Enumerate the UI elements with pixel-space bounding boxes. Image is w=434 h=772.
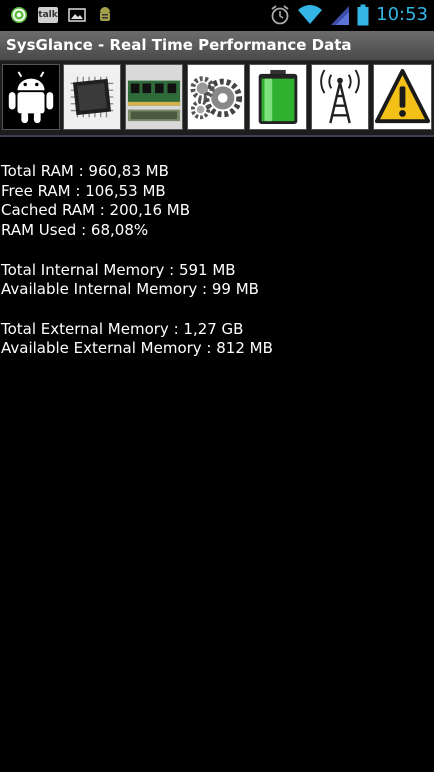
gears-button[interactable] (187, 64, 245, 130)
talk-icon-label: talk (38, 10, 58, 20)
email-icon (11, 7, 27, 23)
warning-icon (374, 68, 431, 124)
memory-info: Total RAM : 960,83 MB Free RAM : 106,53 … (1, 162, 431, 379)
available-internal-memory-text: Available Internal Memory : 99 MB (1, 280, 259, 299)
android-icon (8, 71, 54, 124)
talk-icon: talk (38, 7, 58, 23)
battery-icon (258, 69, 298, 125)
cached-ram-text: Cached RAM : 200,16 MB (1, 201, 191, 220)
internal-memory-group: Total Internal Memory : 591 MB Available… (1, 261, 431, 300)
available-external-memory-text: Available External Memory : 812 MB (1, 339, 273, 358)
app-title: SysGlance - Real Time Performance Data (6, 36, 352, 54)
total-internal-memory-text: Total Internal Memory : 591 MB (1, 260, 236, 279)
battery-button[interactable] (249, 64, 307, 130)
signal-icon (331, 6, 350, 25)
cpu-icon (70, 76, 114, 118)
battery-icon (357, 4, 369, 26)
notification-area: talk (10, 6, 114, 24)
total-external-memory-text: Total External Memory : 1,27 GB (1, 319, 244, 338)
ram-info-group: Total RAM : 960,83 MB Free RAM : 106,53 … (1, 162, 431, 241)
ram-module-icon (126, 65, 182, 129)
gallery-icon (68, 8, 86, 22)
clock: 10:53 (376, 4, 428, 25)
total-ram-text: Total RAM : 960,83 MB (1, 162, 169, 180)
android-button[interactable] (2, 64, 60, 130)
warning-button[interactable] (373, 64, 432, 130)
android-debug-icon (100, 7, 110, 21)
system-tray: 10:53 (270, 3, 428, 27)
wifi-icon (298, 5, 323, 24)
ram-button[interactable] (125, 64, 183, 130)
category-toolbar (0, 61, 434, 137)
antenna-icon (320, 69, 360, 124)
status-bar: talk 10:53 (0, 0, 434, 31)
free-ram-text: Free RAM : 106,53 MB (1, 181, 166, 200)
cpu-button[interactable] (63, 64, 121, 130)
antenna-button[interactable] (311, 64, 369, 130)
app-title-bar: SysGlance - Real Time Performance Data (0, 31, 434, 61)
external-memory-group: Total External Memory : 1,27 GB Availabl… (1, 320, 431, 359)
alarm-icon (271, 5, 289, 25)
gears-icon (190, 76, 243, 120)
ram-used-text: RAM Used : 68,08% (1, 221, 149, 240)
